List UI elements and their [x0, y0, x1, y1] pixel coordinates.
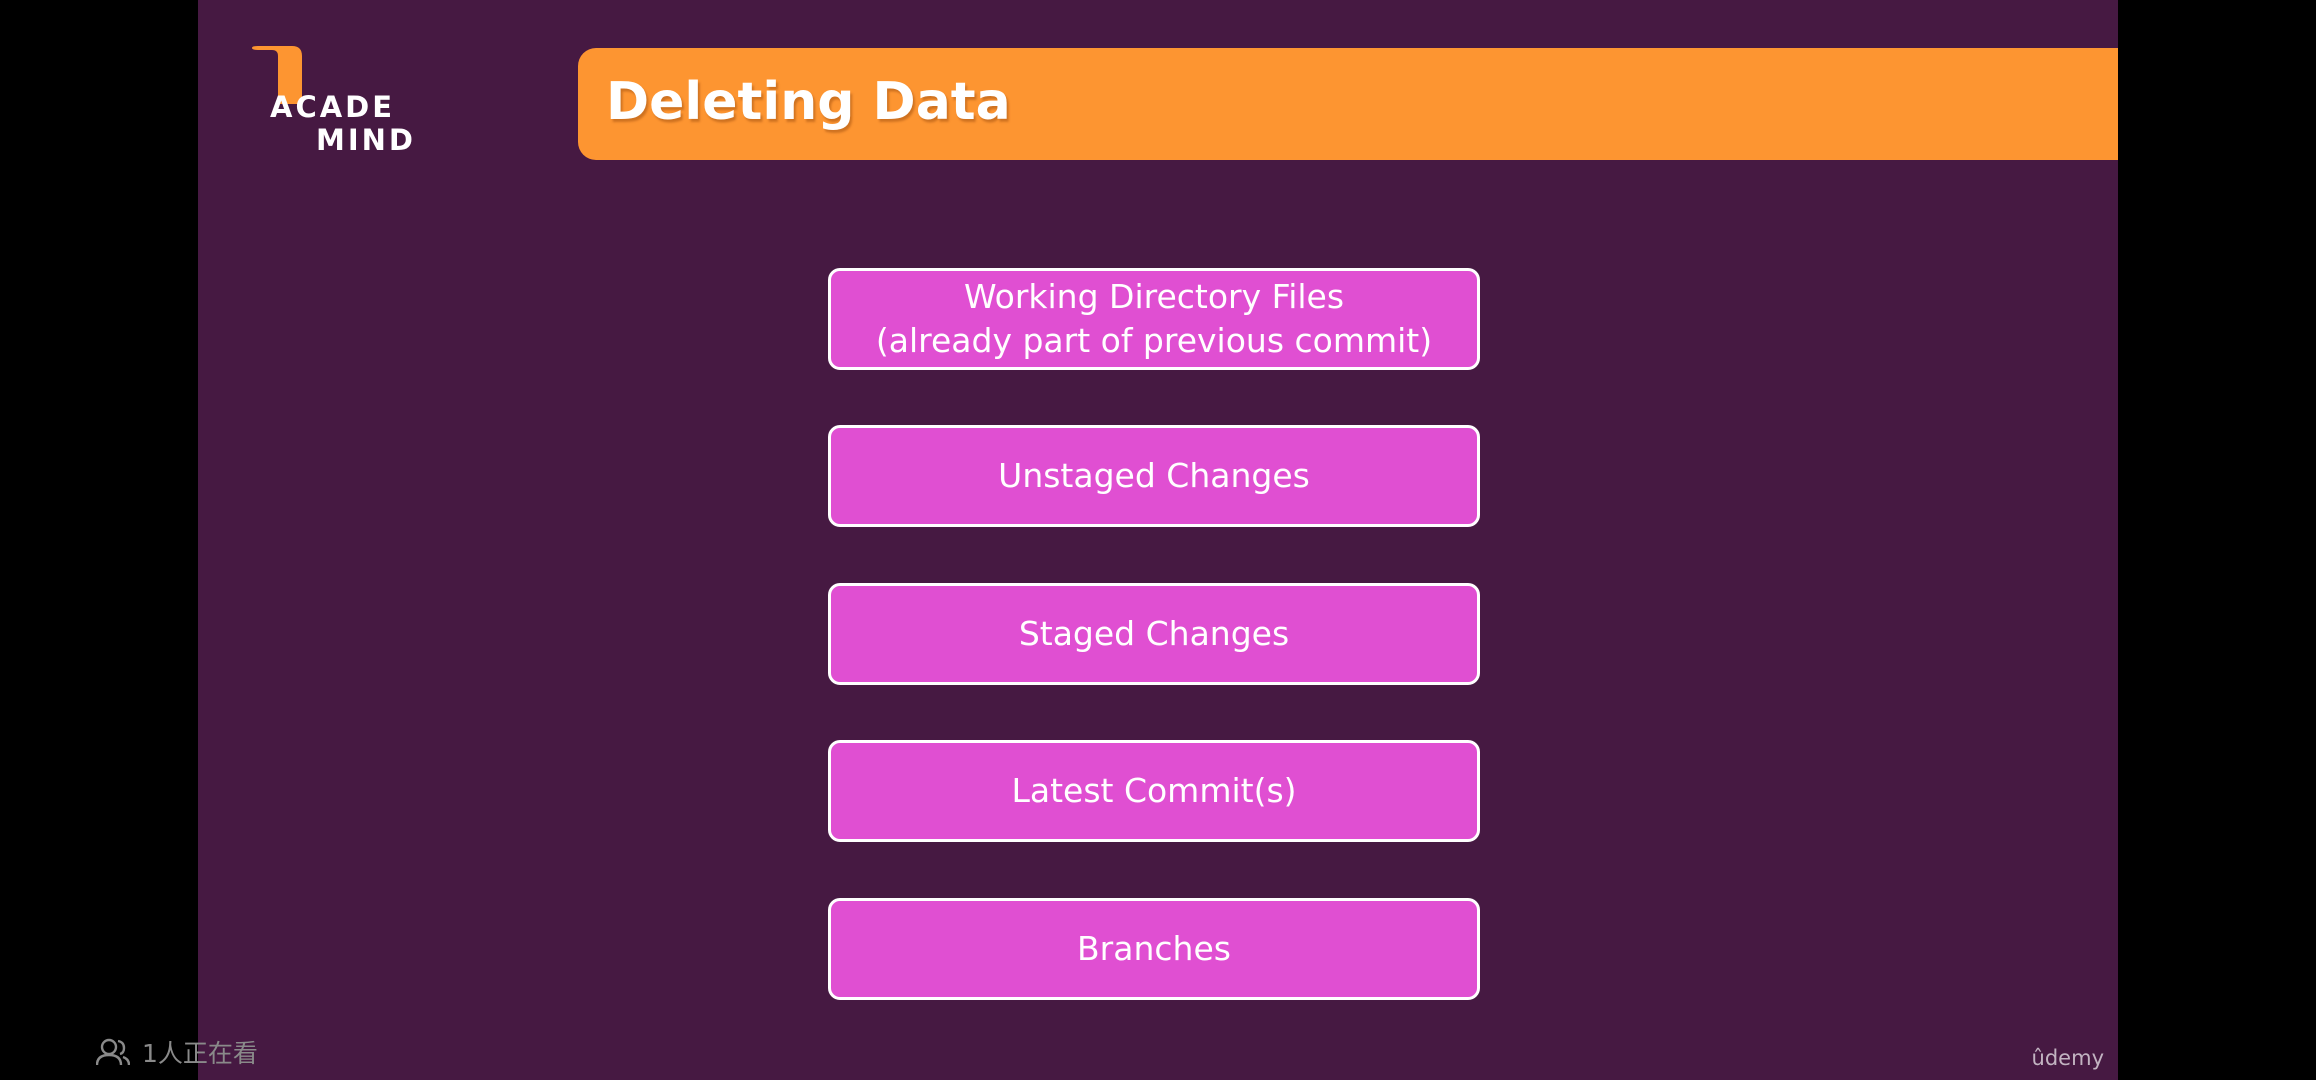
box-label: Working Directory Files	[963, 277, 1345, 316]
box-latest-commits: Latest Commit(s)	[828, 740, 1480, 842]
logo-text-line2: MIND	[316, 123, 416, 157]
slide-title: Deleting Data	[606, 72, 1011, 132]
viewer-count: 1人正在看	[96, 1034, 258, 1070]
box-working-directory-files: Working Directory Files (already part of…	[828, 268, 1480, 370]
title-banner: Deleting Data	[578, 48, 2118, 160]
box-staged-changes: Staged Changes	[828, 583, 1480, 685]
box-label: Staged Changes	[1018, 614, 1290, 653]
box-label: Branches	[1077, 929, 1231, 968]
box-sublabel: (already part of previous commit)	[875, 321, 1433, 360]
video-player[interactable]: ACADE MIND Deleting Data Working Directo…	[0, 0, 2316, 1080]
udemy-watermark: ûdemy	[2031, 1046, 2104, 1070]
viewer-count-text: 1人正在看	[142, 1039, 258, 1068]
box-unstaged-changes: Unstaged Changes	[828, 425, 1480, 527]
box-branches: Branches	[828, 898, 1480, 1000]
people-icon	[96, 1038, 130, 1066]
box-label: Unstaged Changes	[998, 456, 1310, 495]
box-label: Latest Commit(s)	[1011, 771, 1297, 810]
slide: ACADE MIND Deleting Data Working Directo…	[198, 0, 2118, 1080]
logo-text-line1: ACADE	[270, 90, 396, 124]
academind-logo: ACADE MIND	[252, 46, 442, 156]
